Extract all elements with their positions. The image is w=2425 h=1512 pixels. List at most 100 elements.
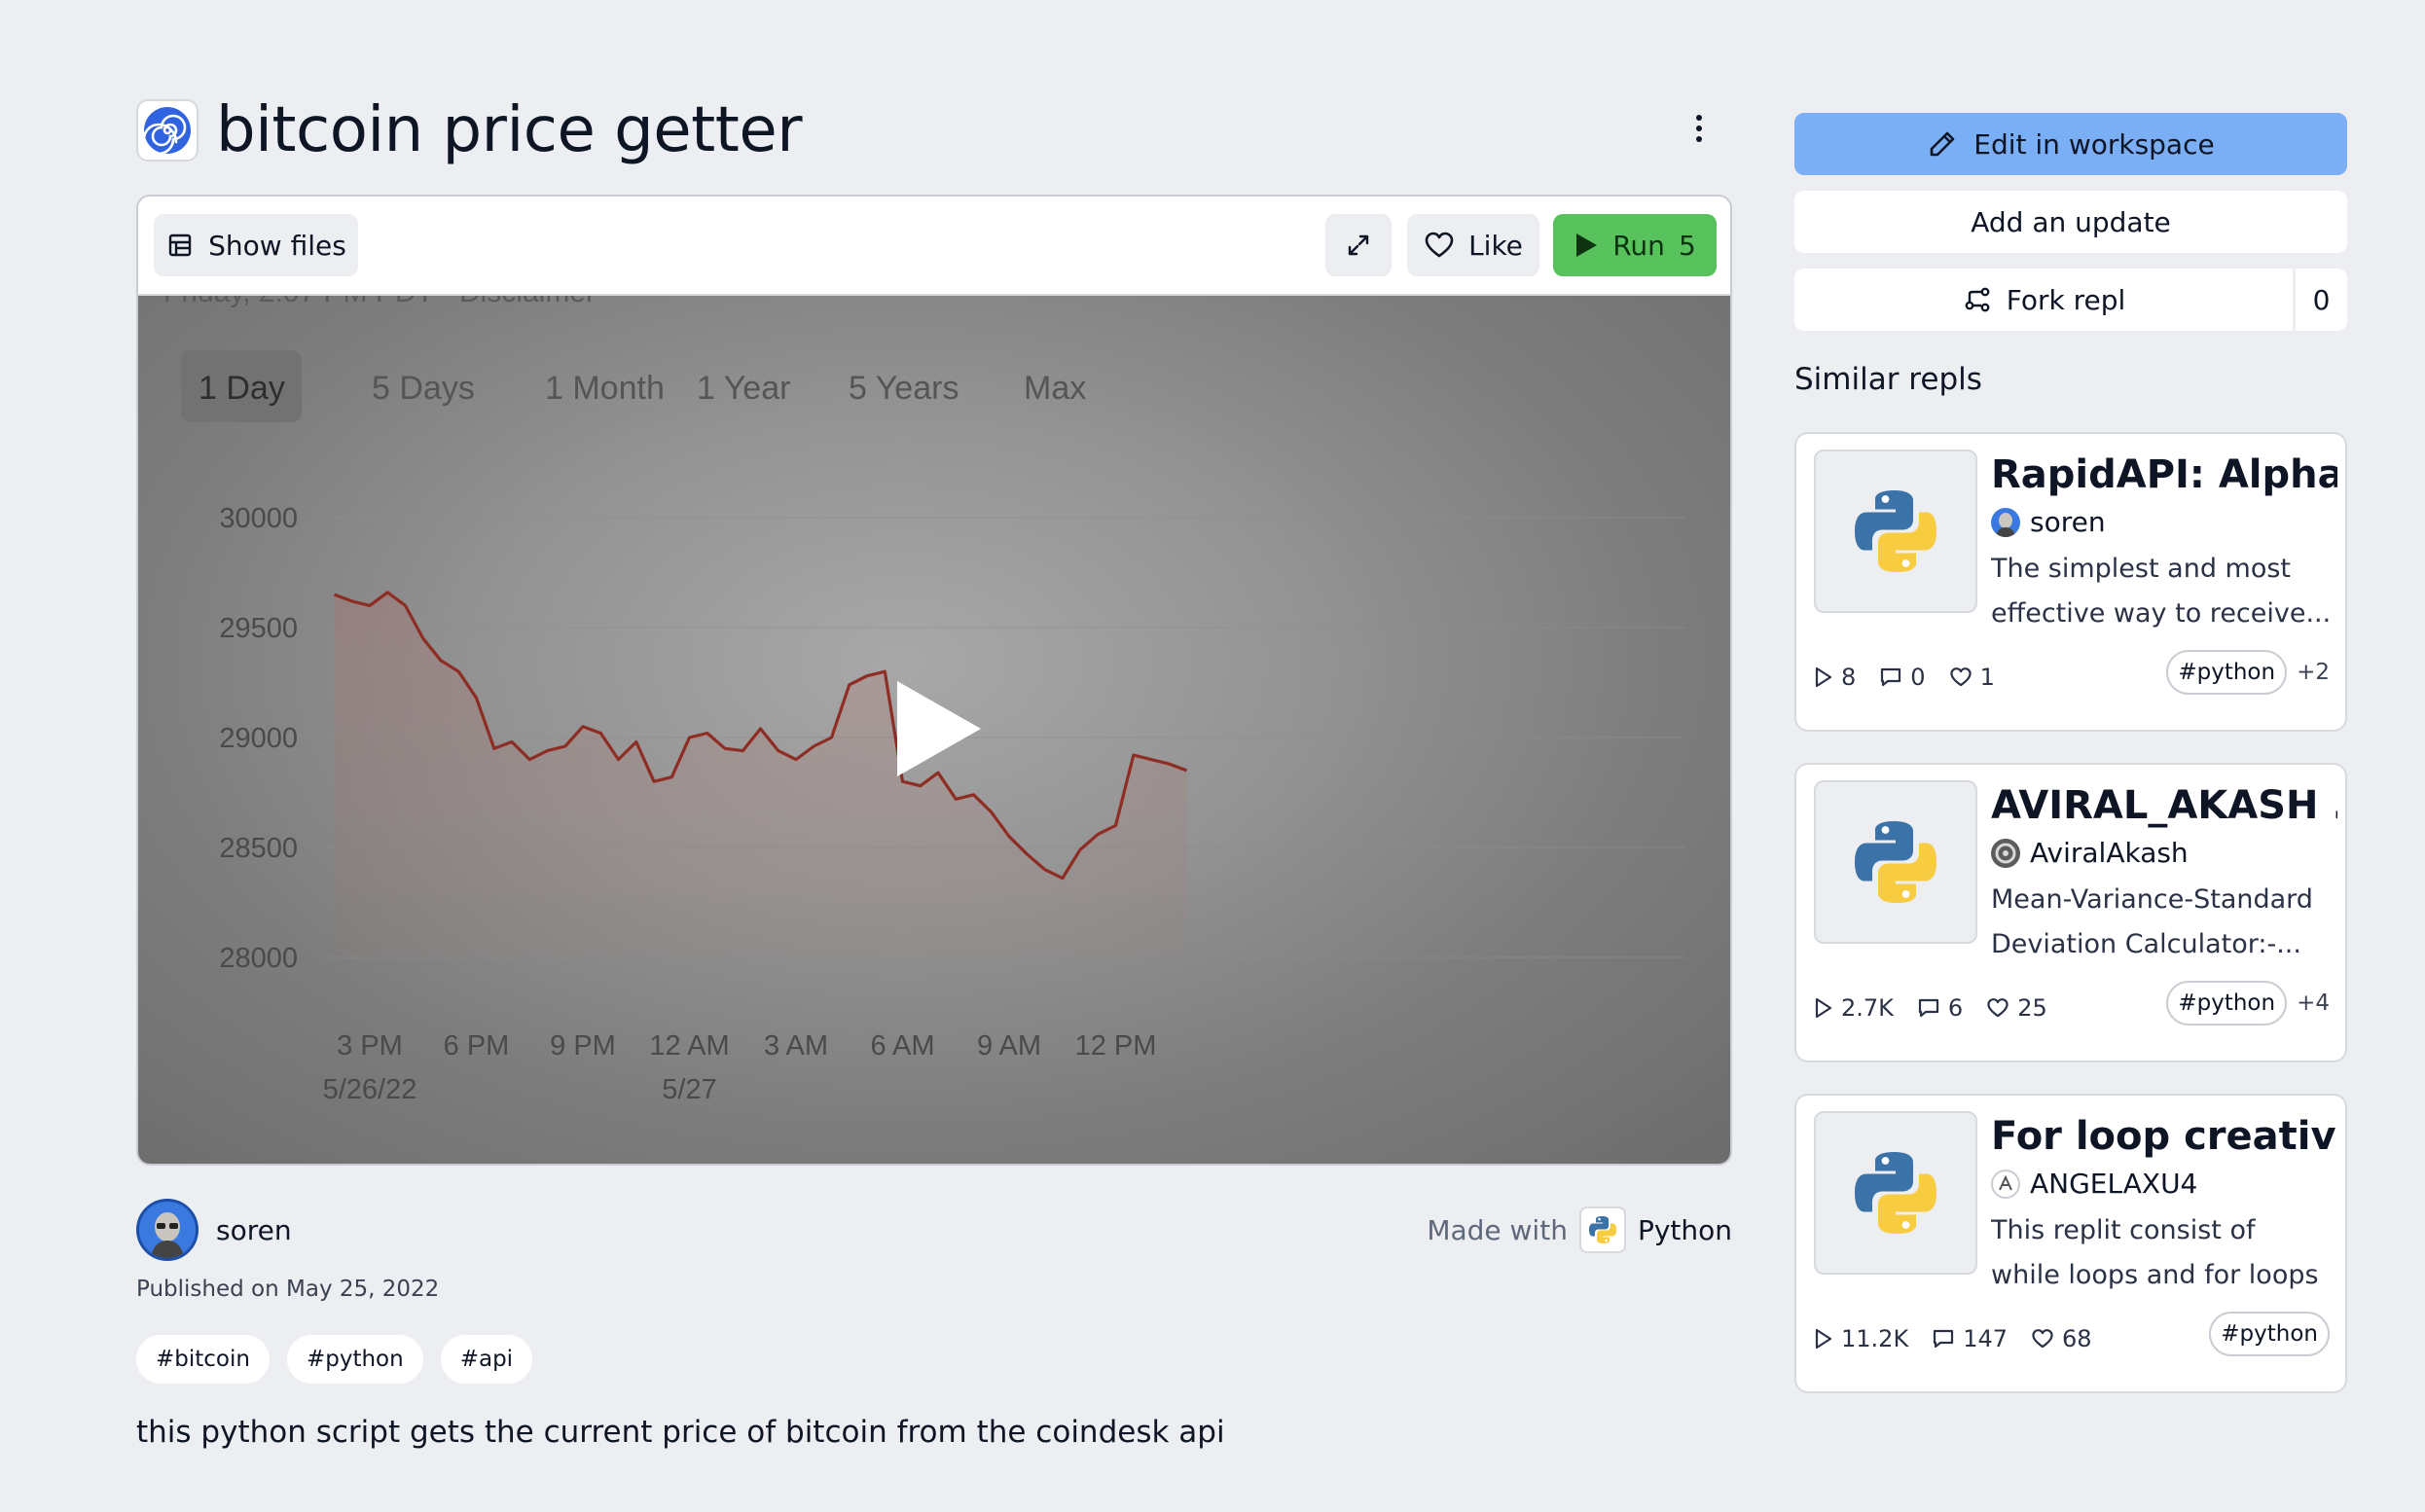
tag-python[interactable]: #python bbox=[2166, 981, 2288, 1026]
play-icon bbox=[1576, 234, 1598, 257]
similar-repl-author[interactable]: ANGELAXU4 bbox=[1991, 1168, 2197, 1200]
author-avatar bbox=[1991, 838, 2020, 868]
heart-icon bbox=[1987, 998, 2009, 1018]
similar-repl-title[interactable]: RapidAPI: Alpha ... bbox=[1991, 450, 2337, 500]
tag-api[interactable]: #api bbox=[440, 1335, 533, 1384]
author-row: soren bbox=[136, 1199, 292, 1261]
similar-repl-card[interactable]: RapidAPI: Alpha ... soren The simplest a… bbox=[1794, 432, 2347, 732]
similar-repl-card[interactable]: For loop creative... ANGELAXU4 This repl… bbox=[1794, 1094, 2347, 1393]
x-tick-sublabel: 5/27 bbox=[662, 1074, 716, 1105]
similar-repl-title[interactable]: For loop creative... bbox=[1991, 1111, 2337, 1162]
show-files-label: Show files bbox=[208, 229, 346, 262]
similar-repl-description: This replit consist of while loops and f… bbox=[1991, 1215, 2319, 1290]
more-tags: +4 bbox=[2297, 990, 2330, 1016]
similar-repl-stats: 2.7K 6 25 bbox=[1814, 994, 2047, 1022]
likes-stat: 25 bbox=[1986, 994, 2047, 1022]
python-icon bbox=[1578, 1206, 1626, 1253]
author-avatar[interactable] bbox=[136, 1199, 199, 1261]
tag-python[interactable]: #python bbox=[2209, 1312, 2330, 1356]
range-tab[interactable]: 5 Days bbox=[372, 370, 475, 407]
similar-repl-tags: #python +4 bbox=[2166, 981, 2330, 1026]
likes-stat: 1 bbox=[1949, 664, 1995, 691]
x-tick-label: 9 AM bbox=[977, 1030, 1041, 1062]
similar-repl-stats: 11.2K 147 68 bbox=[1814, 1325, 2092, 1352]
run-label: Run bbox=[1612, 229, 1665, 262]
run-count: 5 bbox=[1678, 229, 1696, 262]
more-options-button[interactable] bbox=[1678, 105, 1720, 152]
dot-icon bbox=[1696, 126, 1702, 131]
similar-repl-author-name: AviralAkash bbox=[2030, 837, 2189, 869]
comment-icon bbox=[1934, 1329, 1954, 1349]
expand-button[interactable] bbox=[1325, 214, 1392, 276]
range-tab[interactable]: Max bbox=[1024, 370, 1086, 407]
fork-main[interactable]: Fork repl bbox=[1794, 269, 2293, 331]
heart-icon bbox=[1949, 667, 1972, 687]
title-row: bitcoin price getter bbox=[136, 90, 803, 171]
x-tick-label: 6 AM bbox=[870, 1030, 934, 1062]
language-name[interactable]: Python bbox=[1638, 1214, 1732, 1246]
repl-preview: Show files Like Run 5 1 Day 5 Days 1 Mon… bbox=[136, 195, 1732, 1166]
edit-in-workspace-button[interactable]: Edit in workspace bbox=[1794, 113, 2347, 175]
made-with-label: Made with bbox=[1427, 1213, 1568, 1246]
runs-stat: 2.7K bbox=[1814, 994, 1894, 1022]
similar-repl-card[interactable]: AVIRAL_AKASH ... AviralAkash Mean-Varian… bbox=[1794, 763, 2347, 1062]
x-tick-label: 3 AM bbox=[764, 1030, 828, 1062]
runs-stat: 8 bbox=[1814, 664, 1856, 691]
page-title: bitcoin price getter bbox=[216, 94, 803, 166]
more-tags: +2 bbox=[2297, 660, 2330, 685]
like-button[interactable]: Like bbox=[1407, 214, 1539, 276]
comment-icon bbox=[1881, 667, 1901, 687]
y-tick-label: 28500 bbox=[219, 833, 298, 864]
run-button[interactable]: Run 5 bbox=[1553, 214, 1717, 276]
comment-icon bbox=[1918, 998, 1939, 1018]
similar-repl-description: Mean-Variance-Standard Deviation Calcula… bbox=[1991, 884, 2313, 959]
repl-icon bbox=[136, 99, 199, 162]
y-tick-label: 29000 bbox=[219, 723, 298, 754]
add-update-label: Add an update bbox=[1971, 205, 2171, 238]
dot-icon bbox=[1696, 115, 1702, 121]
similar-repl-tags: #python +2 bbox=[2166, 650, 2330, 695]
tag-bitcoin[interactable]: #bitcoin bbox=[136, 1335, 270, 1384]
published-date: Published on May 25, 2022 bbox=[136, 1277, 440, 1302]
similar-repl-author[interactable]: AviralAkash bbox=[1991, 837, 2189, 869]
similar-repl-title[interactable]: AVIRAL_AKASH ... bbox=[1991, 780, 2337, 831]
tag-python[interactable]: #python bbox=[286, 1335, 423, 1384]
show-files-button[interactable]: Show files bbox=[154, 214, 358, 276]
like-label: Like bbox=[1468, 229, 1523, 262]
dot-icon bbox=[1696, 136, 1702, 142]
fork-count: 0 bbox=[2293, 269, 2347, 331]
fork-repl-button[interactable]: Fork repl 0 bbox=[1794, 269, 2347, 331]
author-avatar bbox=[1991, 1169, 2020, 1199]
author-name[interactable]: soren bbox=[216, 1214, 292, 1246]
video-preview[interactable]: Friday, 2:07 PM PDT · Disclaimer 1 Day 5 … bbox=[138, 296, 1730, 1164]
similar-repl-author-name: soren bbox=[2030, 506, 2106, 538]
repl-description: this python script gets the current pric… bbox=[136, 1415, 1225, 1450]
author-avatar bbox=[1991, 507, 2020, 537]
similar-repl-description: The simplest and most effective way to r… bbox=[1991, 554, 2332, 629]
range-tab[interactable]: 5 Years bbox=[849, 370, 959, 407]
play-icon bbox=[1815, 666, 1832, 688]
expand-icon bbox=[1348, 234, 1369, 256]
range-tab[interactable]: 1 Year bbox=[697, 370, 790, 407]
play-video-icon[interactable] bbox=[889, 675, 987, 782]
tag-python[interactable]: #python bbox=[2166, 650, 2288, 695]
pencil-icon bbox=[1930, 131, 1955, 157]
made-with: Made with Python bbox=[1427, 1205, 1732, 1255]
python-icon bbox=[1814, 780, 1977, 944]
edit-label: Edit in workspace bbox=[1973, 127, 2215, 161]
heart-icon bbox=[2032, 1329, 2053, 1349]
price-area bbox=[334, 592, 1187, 957]
chart-header-partial: Friday, 2:07 PM PDT · Disclaimer bbox=[163, 296, 596, 308]
runs-stat: 11.2K bbox=[1814, 1325, 1908, 1352]
x-tick-label: 9 PM bbox=[550, 1030, 616, 1062]
avatar-icon bbox=[139, 1202, 196, 1258]
x-tick-label: 12 PM bbox=[1075, 1030, 1157, 1062]
similar-repl-author[interactable]: soren bbox=[1991, 506, 2106, 538]
similar-repl-tags: #python bbox=[2209, 1312, 2330, 1356]
add-update-button[interactable]: Add an update bbox=[1794, 191, 2347, 253]
range-tab[interactable]: 1 Day bbox=[199, 370, 285, 407]
range-tab[interactable]: 1 Month bbox=[545, 370, 665, 407]
similar-repl-stats: 8 0 1 bbox=[1814, 664, 1995, 691]
play-icon bbox=[1815, 1328, 1832, 1350]
spiral-icon bbox=[142, 107, 191, 156]
